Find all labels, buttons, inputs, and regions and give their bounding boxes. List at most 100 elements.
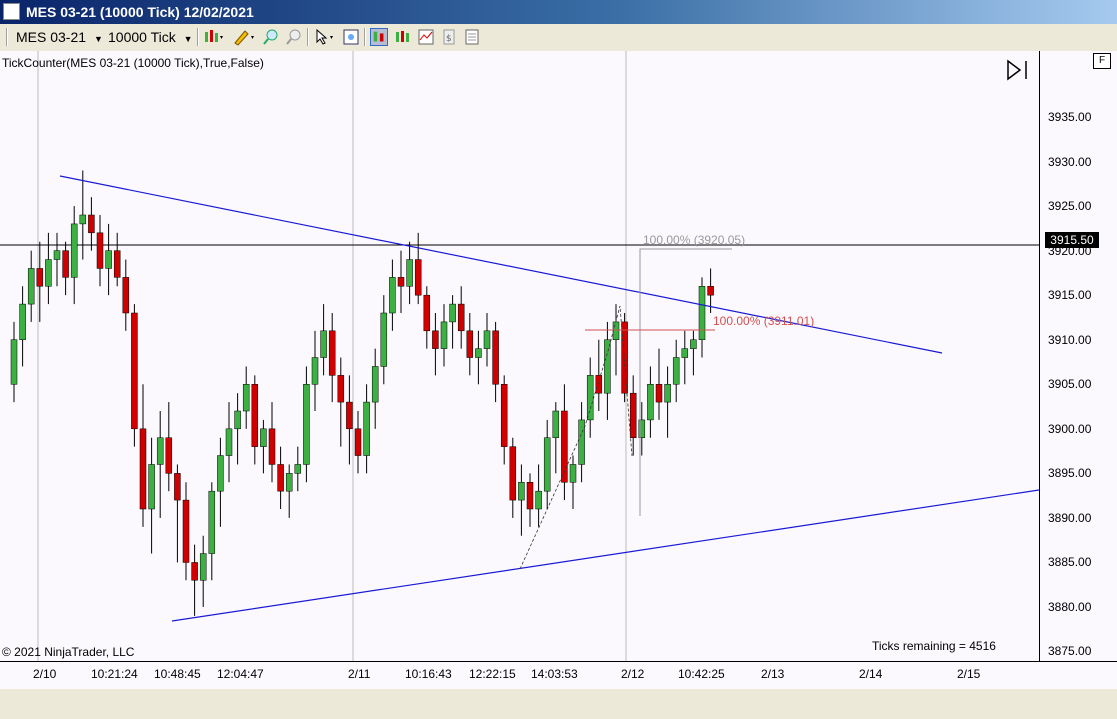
- candle-up[interactable]: [208, 490, 216, 554]
- candle-up[interactable]: [260, 428, 267, 447]
- candle-up[interactable]: [604, 339, 611, 394]
- candle-down[interactable]: [432, 330, 439, 349]
- indicators-icon[interactable]: [394, 28, 412, 46]
- candle-down[interactable]: [88, 214, 95, 234]
- candle-up[interactable]: [70, 223, 78, 278]
- instrument-selector[interactable]: MES 03-21 ▼: [16, 27, 103, 47]
- candle-down[interactable]: [492, 330, 499, 385]
- candle-up[interactable]: [380, 312, 388, 367]
- candle-up[interactable]: [672, 357, 680, 385]
- interval-selector[interactable]: 10000 Tick ▼: [108, 27, 193, 47]
- candle-down[interactable]: [113, 250, 121, 278]
- zoom-out-icon[interactable]: [285, 28, 303, 46]
- candle-up[interactable]: [449, 303, 456, 323]
- candle-up[interactable]: [199, 553, 207, 581]
- candle-up[interactable]: [389, 277, 396, 314]
- chart-style-icon[interactable]: [203, 28, 225, 46]
- candle-up[interactable]: [225, 428, 233, 456]
- candle-up[interactable]: [371, 366, 379, 403]
- candle-up[interactable]: [578, 419, 585, 465]
- candle-up[interactable]: [27, 268, 35, 305]
- candle-down[interactable]: [621, 321, 628, 394]
- candle-down[interactable]: [328, 330, 336, 376]
- candle-down[interactable]: [122, 277, 130, 314]
- fib-upper-level[interactable]: [639, 248, 732, 516]
- candle-down[interactable]: [500, 384, 508, 447]
- candle-up[interactable]: [242, 384, 250, 412]
- candle-down[interactable]: [96, 232, 104, 269]
- horizontal-scrollbar[interactable]: [0, 689, 1117, 719]
- candle-up[interactable]: [543, 437, 551, 492]
- chart-trader-icon[interactable]: [370, 28, 388, 46]
- jump-to-end-icon[interactable]: [1007, 59, 1027, 81]
- candle-down[interactable]: [251, 384, 259, 447]
- price-chart[interactable]: [0, 51, 1039, 661]
- candle-down[interactable]: [139, 428, 147, 510]
- chart-template-icon[interactable]: [463, 28, 481, 46]
- candle-up[interactable]: [156, 437, 164, 465]
- candle-down[interactable]: [165, 437, 173, 474]
- candle-down[interactable]: [414, 259, 422, 296]
- candle-down[interactable]: [277, 464, 284, 492]
- candle-up[interactable]: [612, 321, 620, 340]
- chart-panel[interactable]: TickCounter(MES 03-21 (10000 Tick),True,…: [0, 51, 1039, 661]
- candle-down[interactable]: [62, 250, 69, 278]
- properties-icon[interactable]: [342, 28, 360, 46]
- zoom-in-icon[interactable]: [262, 28, 280, 46]
- candle-down[interactable]: [466, 330, 474, 358]
- candle-down[interactable]: [423, 294, 431, 332]
- candle-up[interactable]: [475, 348, 482, 358]
- candle-up[interactable]: [440, 321, 448, 349]
- candle-up[interactable]: [681, 348, 689, 358]
- candle-up[interactable]: [217, 455, 224, 492]
- drawing-tools-icon[interactable]: [232, 28, 256, 46]
- lower-trendline[interactable]: [171, 489, 1039, 622]
- candle-up[interactable]: [53, 250, 61, 260]
- candle-up[interactable]: [79, 214, 87, 225]
- cursor-pointer-icon[interactable]: [313, 28, 339, 46]
- price-axis[interactable]: 3935.00 3930.00 3925.00 3920.00 3915.00 …: [1039, 51, 1117, 661]
- candle-up[interactable]: [664, 384, 671, 403]
- candle-up[interactable]: [690, 339, 697, 349]
- candle-down[interactable]: [354, 428, 362, 456]
- candle-down[interactable]: [655, 384, 663, 403]
- candle-up[interactable]: [303, 384, 310, 465]
- candle-up[interactable]: [148, 464, 155, 510]
- candle-up[interactable]: [105, 250, 112, 269]
- candle-down[interactable]: [346, 401, 353, 430]
- candle-up[interactable]: [10, 339, 18, 385]
- candle-down[interactable]: [397, 277, 405, 287]
- candle-up[interactable]: [19, 303, 26, 340]
- candle-up[interactable]: [518, 482, 525, 501]
- fib-anchor-line[interactable]: [519, 305, 633, 570]
- candle-up[interactable]: [285, 473, 293, 492]
- candle-down[interactable]: [337, 375, 345, 403]
- candle-down[interactable]: [595, 375, 603, 394]
- candle-up[interactable]: [535, 490, 542, 510]
- candle-down[interactable]: [707, 286, 714, 296]
- candle-up[interactable]: [45, 259, 52, 287]
- candle-down[interactable]: [191, 562, 198, 581]
- candle-down[interactable]: [457, 303, 465, 332]
- candle-down[interactable]: [131, 312, 138, 430]
- candle-up[interactable]: [586, 375, 594, 421]
- candle-up[interactable]: [294, 464, 302, 474]
- data-box-icon[interactable]: $: [440, 28, 458, 46]
- candle-down[interactable]: [182, 499, 190, 563]
- time-axis[interactable]: 2/10 10:21:24 10:48:45 12:04:47 2/11 10:…: [0, 661, 1117, 689]
- candle-up[interactable]: [698, 286, 706, 340]
- candle-down[interactable]: [36, 268, 44, 287]
- candle-up[interactable]: [569, 464, 577, 483]
- candle-down[interactable]: [509, 446, 517, 501]
- f-button[interactable]: F: [1093, 53, 1111, 69]
- candle-up[interactable]: [483, 330, 491, 349]
- candle-up[interactable]: [552, 410, 560, 438]
- candle-up[interactable]: [406, 259, 413, 287]
- strategies-icon[interactable]: [417, 28, 435, 46]
- candle-down[interactable]: [268, 428, 276, 465]
- candle-up[interactable]: [363, 401, 370, 456]
- candle-up[interactable]: [311, 357, 319, 385]
- candle-down[interactable]: [174, 473, 181, 501]
- candle-up[interactable]: [234, 410, 241, 430]
- candle-up[interactable]: [320, 330, 327, 358]
